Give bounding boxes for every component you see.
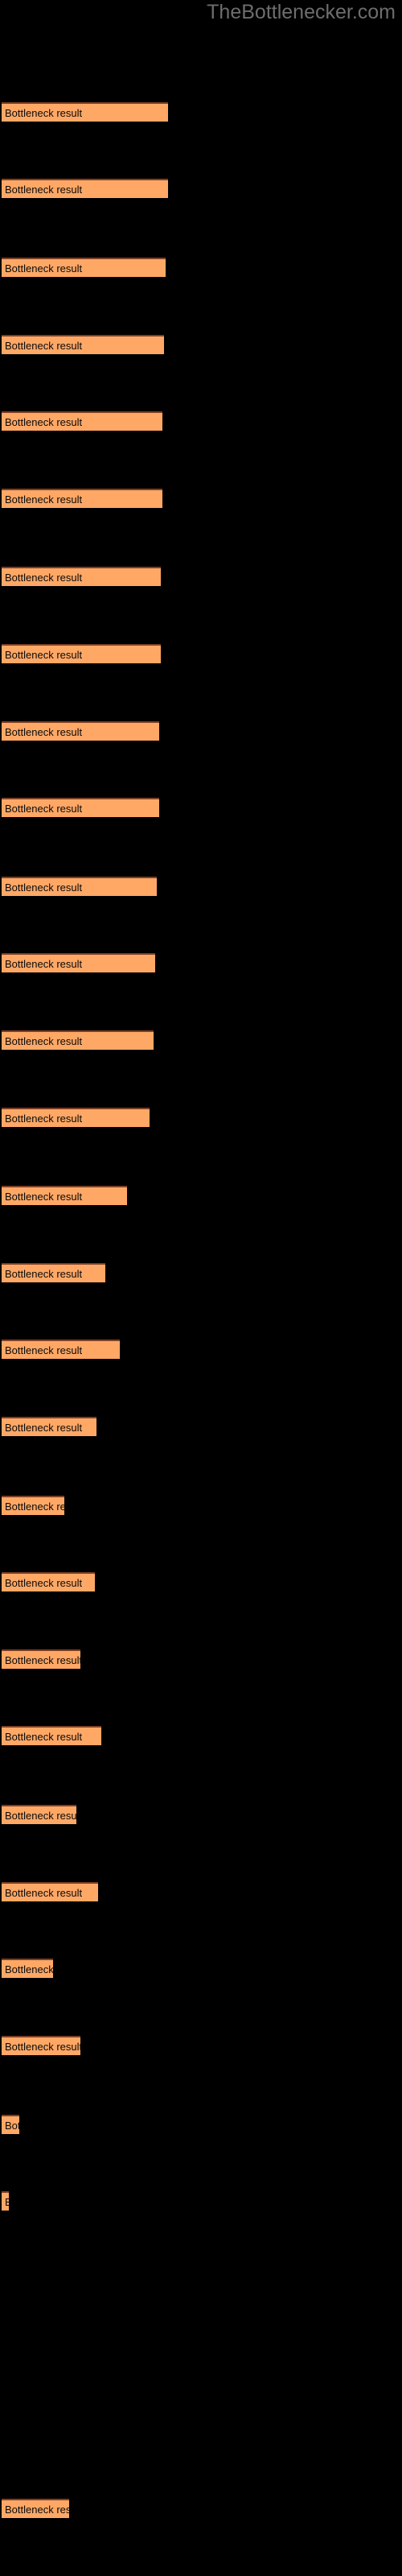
bar[interactable]: Bottleneck result [2,1030,154,1050]
bar-label: Bottleneck result [5,881,83,894]
bar-label: Bottleneck result [5,1731,83,1744]
bar[interactable]: Bottleneck result [2,798,159,818]
bar-label: Bottleneck result [5,572,83,584]
bottleneck-chart: TheBottlenecker.com Bottleneck result Bot… [0,0,402,2576]
bar[interactable]: Bottleneck result [2,1340,120,1360]
bar-label: Bottleneck result [5,1653,80,1666]
bar[interactable]: Bottleneck result [2,1805,77,1825]
bar-label: Bottleneck result [5,2040,80,2053]
bar[interactable]: Bottleneck result [2,1881,98,1901]
bar[interactable]: Bottleneck result [2,258,166,277]
bar[interactable]: Bottleneck result [2,1107,150,1127]
bar-label: Bottleneck result [5,262,83,275]
bar[interactable]: Bottleneck result [2,2499,70,2519]
bar[interactable]: Bottleneck result [2,1262,105,1282]
bar[interactable]: Bottleneck result [2,1726,102,1746]
bar-label: Bottleneck result [5,339,83,352]
bar[interactable]: Bottleneck result [2,488,162,508]
bar-label: Bottleneck result [5,2504,69,2516]
bar[interactable]: Bottleneck result [2,953,156,973]
bar-label: Bottleneck result [5,1886,83,1899]
chart-plot-area: Bottleneck result Bottleneck result Bottle… [0,0,402,2576]
bar[interactable]: Bottleneck result [2,1959,54,1979]
bar[interactable]: Bottleneck result [2,876,158,896]
bar[interactable]: Bottleneck result [2,101,168,122]
bar-label: Bottleneck result [5,1500,64,1513]
bar-label: Bottleneck result [5,725,83,738]
bar-label: Bottleneck result [5,649,83,661]
bar[interactable]: Bottleneck result [2,411,162,431]
bar-label: Bottleneck result [5,1191,83,1203]
bar[interactable]: Bottleneck result [2,334,165,354]
bar-label: Bottleneck result [5,1267,83,1280]
bar[interactable]: Bottleneck result [2,1572,95,1592]
bar-label: Bottleneck result [5,416,83,429]
bar-label: Bottleneck result [5,1344,83,1357]
bar-label: Bottleneck result [5,1810,77,1823]
bar-label: Bottleneck result [5,1963,54,1976]
bar-label: Bottleneck result [5,2119,19,2132]
bar[interactable]: Bottleneck result [2,179,168,199]
bar-label: Bottleneck result [5,1577,83,1590]
bar[interactable]: Bottleneck result [2,1417,96,1436]
bar[interactable]: Bottleneck result [2,1186,127,1206]
bar[interactable]: Bottleneck result [2,644,161,663]
bar-label: Bottleneck result [5,184,83,196]
bar-label: Bottleneck result [5,493,83,506]
bar[interactable]: Bottleneck result [2,2035,80,2055]
bar[interactable]: Bottleneck result [2,1649,80,1669]
bar-label: Bottleneck result [5,106,83,119]
bar[interactable]: Bottleneck result [2,720,159,741]
bar-label: Bottleneck result [5,958,83,971]
bar-label: Bottleneck result [5,1112,83,1125]
bar[interactable]: Bottleneck result [2,1495,64,1515]
bar[interactable]: Bottleneck result [2,567,161,587]
bar[interactable]: Bottleneck result [2,2191,9,2211]
bar-label: Bottleneck result [5,1422,83,1434]
bar-label: Bottleneck result [5,2195,9,2210]
bar-label: Bottleneck result [5,803,83,815]
bar-label: Bottleneck result [5,1035,83,1047]
bar[interactable]: Bottleneck result [2,2114,20,2134]
